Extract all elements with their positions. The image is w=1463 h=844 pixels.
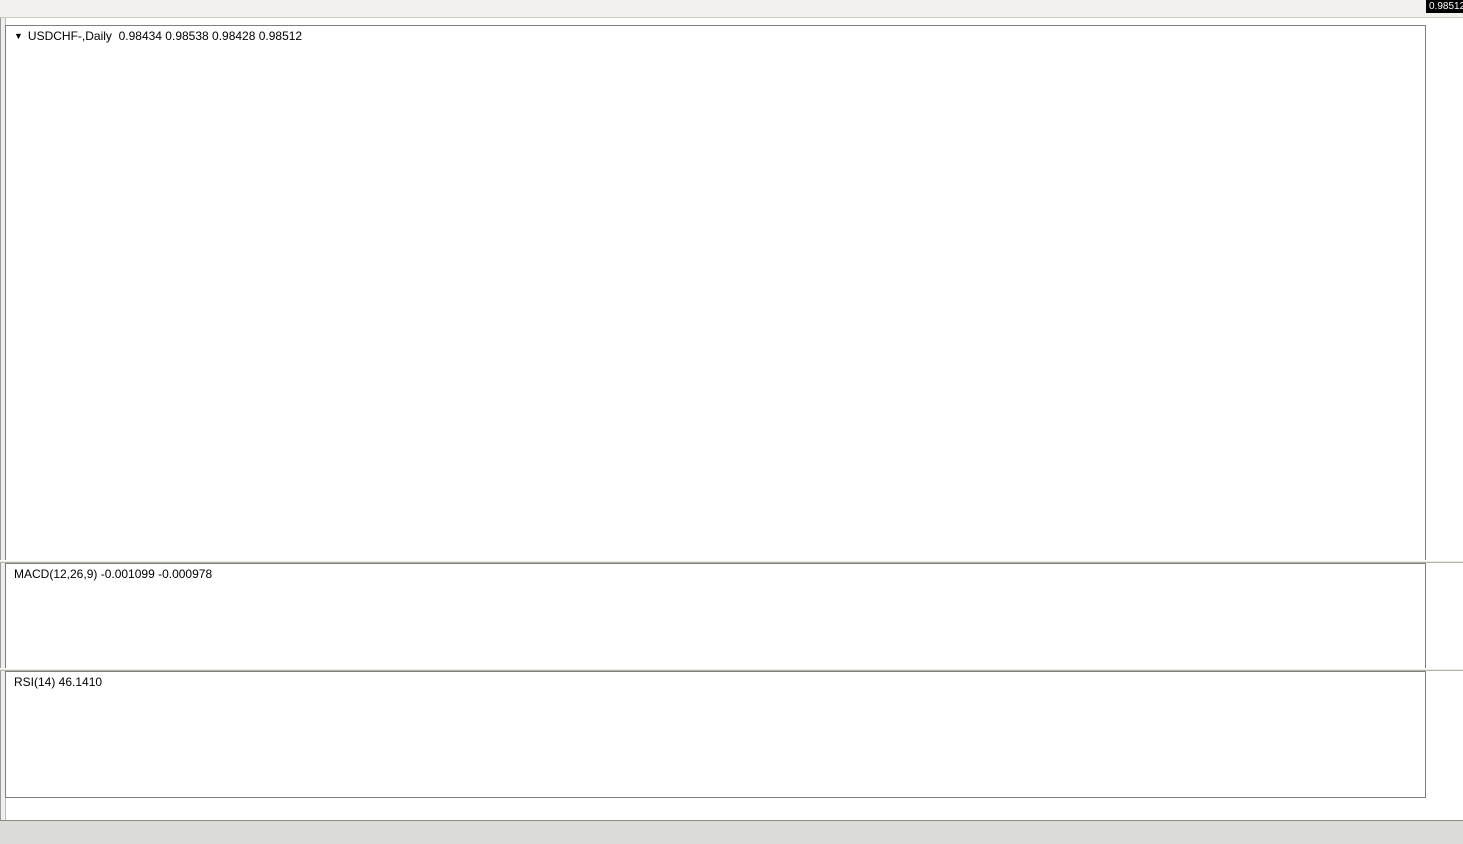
chart-symbol-label: USDCHF-,Daily [28,29,112,43]
date-axis [0,798,1463,818]
rsi-label: RSI(14) 46.1410 [14,675,102,689]
timeframe-toolbar [0,0,1463,18]
symbol-dropdown-icon[interactable]: ▼ [14,31,23,41]
current-price-tag: 0.98512 [1426,0,1463,13]
main-chart-panel[interactable]: ▼ USDCHF-,Daily 0.98434 0.98538 0.98428 0… [5,25,1426,561]
rsi-canvas[interactable] [6,672,1425,797]
macd-indicator-panel[interactable]: MACD(12,26,9) -0.001099 -0.000978 [5,563,1426,669]
macd-label: MACD(12,26,9) -0.001099 -0.000978 [14,567,212,581]
chart-ohlc-values: 0.98434 0.98538 0.98428 0.98512 [119,29,303,43]
chart-title: ▼ USDCHF-,Daily 0.98434 0.98538 0.98428 0… [14,29,302,43]
mt4-chart-window: ▼ USDCHF-,Daily 0.98434 0.98538 0.98428 0… [0,0,1463,844]
candlestick-chart-canvas[interactable] [6,26,1425,560]
macd-canvas[interactable] [6,564,1425,668]
chart-tab-bar [0,820,1463,844]
price-axis: 0.98512 [1426,0,1463,844]
rsi-indicator-panel[interactable]: RSI(14) 46.1410 [5,671,1426,798]
